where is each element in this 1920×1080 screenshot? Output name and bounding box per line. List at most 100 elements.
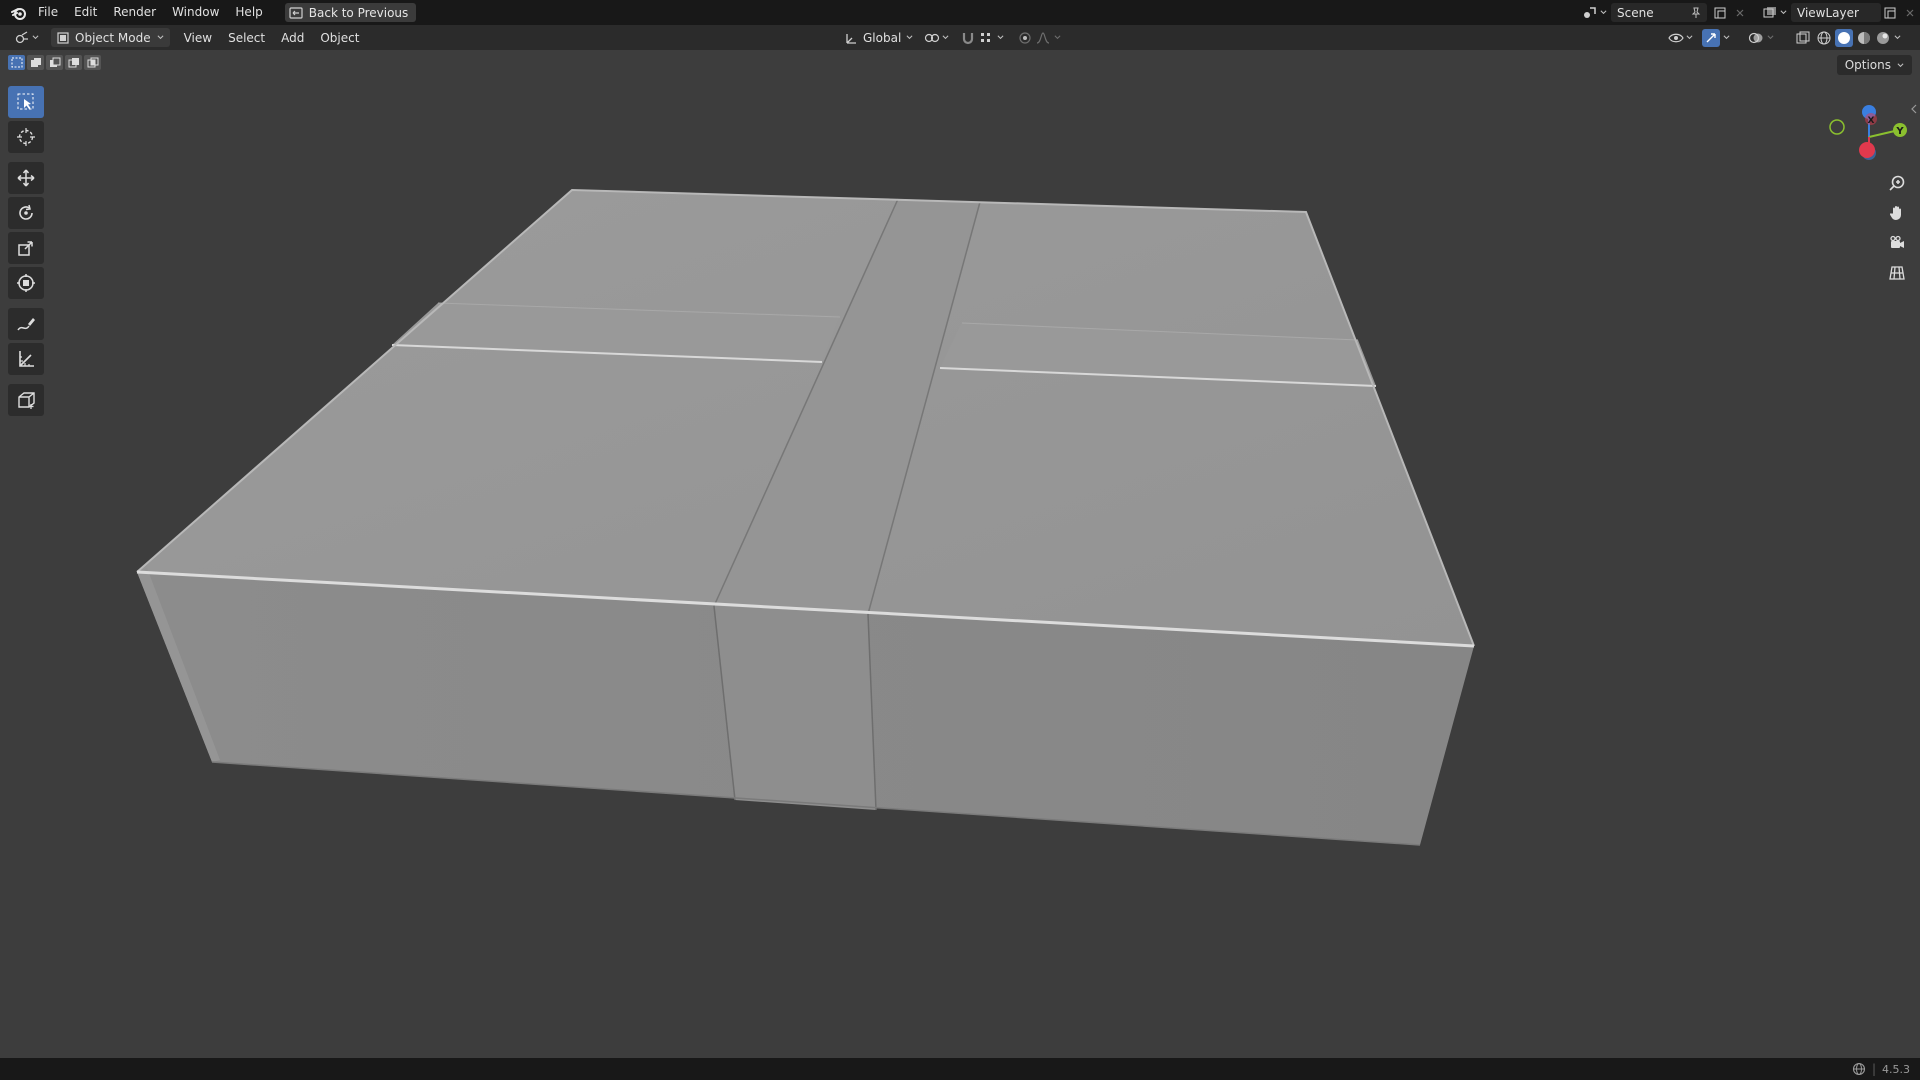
menu-add[interactable]: Add [275,28,310,47]
3d-viewport[interactable]: Y X [0,50,1920,1058]
menu-render[interactable]: Render [105,0,164,25]
select-new-icon[interactable] [8,55,25,70]
scene-name-field[interactable]: Scene [1611,3,1707,22]
chevron-down-icon [32,35,39,40]
annotate-tool-icon[interactable] [8,308,44,340]
transform-orientation-label: Global [863,30,902,45]
select-subtract-icon[interactable] [46,55,63,70]
select-extend-icon[interactable] [27,55,44,70]
object-mode-icon [57,31,69,44]
editor-type-button[interactable] [8,28,45,47]
menu-select[interactable]: Select [222,28,271,47]
proportional-editing[interactable] [1012,28,1067,47]
transform-tool-icon[interactable] [8,267,44,299]
pan-hand-icon[interactable] [1884,200,1910,226]
back-to-previous-label: Back to Previous [308,5,409,20]
navigation-gizmo[interactable]: Y X [1822,90,1912,180]
chevron-down-icon [906,35,913,40]
sidebar-expand-icon[interactable] [1910,104,1918,114]
options-label: Options [1844,58,1891,72]
object-mode-label: Object Mode [75,30,151,45]
network-globe-icon [1852,1062,1866,1076]
chevron-down-icon [1723,35,1730,40]
proportional-editing-icon[interactable] [1018,31,1032,45]
camera-view-icon[interactable] [1884,230,1910,256]
ribbon-front [714,606,876,810]
selection-mode-buttons [8,55,101,70]
add-cube-tool-icon[interactable] [8,384,44,416]
rendered-shading-icon[interactable] [1875,30,1891,46]
pivot-point-dropdown[interactable] [918,28,955,47]
pin-icon[interactable] [1691,7,1701,19]
scene-icon[interactable] [1582,6,1607,20]
scene-name: Scene [1617,5,1654,20]
rotate-tool-icon[interactable] [8,197,44,229]
visibility-dropdown[interactable] [1662,28,1699,47]
gizmo-neg-y-icon [1829,119,1845,135]
menu-file[interactable]: File [30,0,66,25]
select-intersect-icon[interactable] [84,55,101,70]
menu-help[interactable]: Help [227,0,270,25]
gizmo-x-label: X [1868,116,1875,126]
new-scene-icon[interactable] [1713,6,1727,20]
blender-logo-icon[interactable] [8,2,30,24]
gizmo-y-label: Y [1895,126,1904,137]
new-view-layer-icon[interactable] [1883,6,1897,20]
screen-back-icon [289,6,303,19]
scale-tool-icon[interactable] [8,232,44,264]
chevron-down-icon [1686,35,1693,40]
status-divider: | [1871,1062,1876,1076]
object-mode-dropdown[interactable]: Object Mode [51,28,170,47]
back-to-previous-button[interactable]: Back to Previous [284,3,417,22]
status-bar: | 4.5.3 [0,1058,1920,1080]
measure-tool-icon[interactable] [8,343,44,375]
material-shading-icon[interactable] [1856,30,1872,46]
gizmo-toggle[interactable] [1696,28,1736,47]
remove-scene-icon[interactable] [1735,8,1745,18]
view-layer-name: ViewLayer [1797,5,1859,20]
version-label: 4.5.3 [1882,1062,1910,1076]
menu-object[interactable]: Object [314,28,365,47]
chevron-down-icon [157,35,164,40]
scene-selector: Scene [1582,2,1745,23]
transform-orientation-dropdown[interactable]: Global [838,28,919,47]
view-layer-selector: ViewLayer [1762,2,1915,23]
options-dropdown[interactable]: Options [1836,55,1912,75]
menu-window[interactable]: Window [164,0,227,25]
chevron-down-icon [1054,35,1061,40]
chevron-down-icon [1767,35,1774,40]
move-tool-icon[interactable] [8,162,44,194]
shading-modes [1816,28,1901,47]
snap-grid-icon[interactable] [979,31,993,45]
gizmo-x-icon [1859,142,1875,158]
falloff-curve-icon[interactable] [1036,31,1050,44]
tool-shelf [8,86,48,419]
cursor-tool-icon[interactable] [8,121,44,153]
view-layer-name-field[interactable]: ViewLayer [1791,3,1881,22]
xray-toggle-icon[interactable] [1790,28,1816,47]
overlays-toggle[interactable] [1742,28,1780,47]
chevron-down-icon [1897,62,1904,67]
top-menu-bar: File Edit Render Window Help Back to Pre… [0,0,1920,25]
viewport-header: Object Mode View Select Add Object Globa… [0,25,1920,50]
orientation-global-icon [844,31,858,45]
snap-magnet-icon[interactable] [961,31,975,45]
menu-edit[interactable]: Edit [66,0,105,25]
gift-box-mesh[interactable] [0,50,1920,1058]
wireframe-shading-icon[interactable] [1816,30,1832,46]
snap-controls[interactable] [955,28,1010,47]
pivot-icon [924,31,940,45]
view-layer-icon[interactable] [1762,6,1787,20]
select-box-tool-icon[interactable] [8,86,44,118]
chevron-down-icon[interactable] [1894,34,1901,41]
remove-view-layer-icon[interactable] [1905,8,1915,18]
zoom-icon[interactable] [1884,170,1910,196]
gizmo-icon[interactable] [1702,28,1720,47]
chevron-down-icon [997,35,1004,40]
3d-viewport-icon [14,30,30,45]
solid-shading-icon[interactable] [1835,28,1853,47]
menu-view[interactable]: View [178,28,218,47]
overlays-icon[interactable] [1748,31,1764,45]
perspective-grid-icon[interactable] [1884,260,1910,286]
select-invert-icon[interactable] [65,55,82,70]
